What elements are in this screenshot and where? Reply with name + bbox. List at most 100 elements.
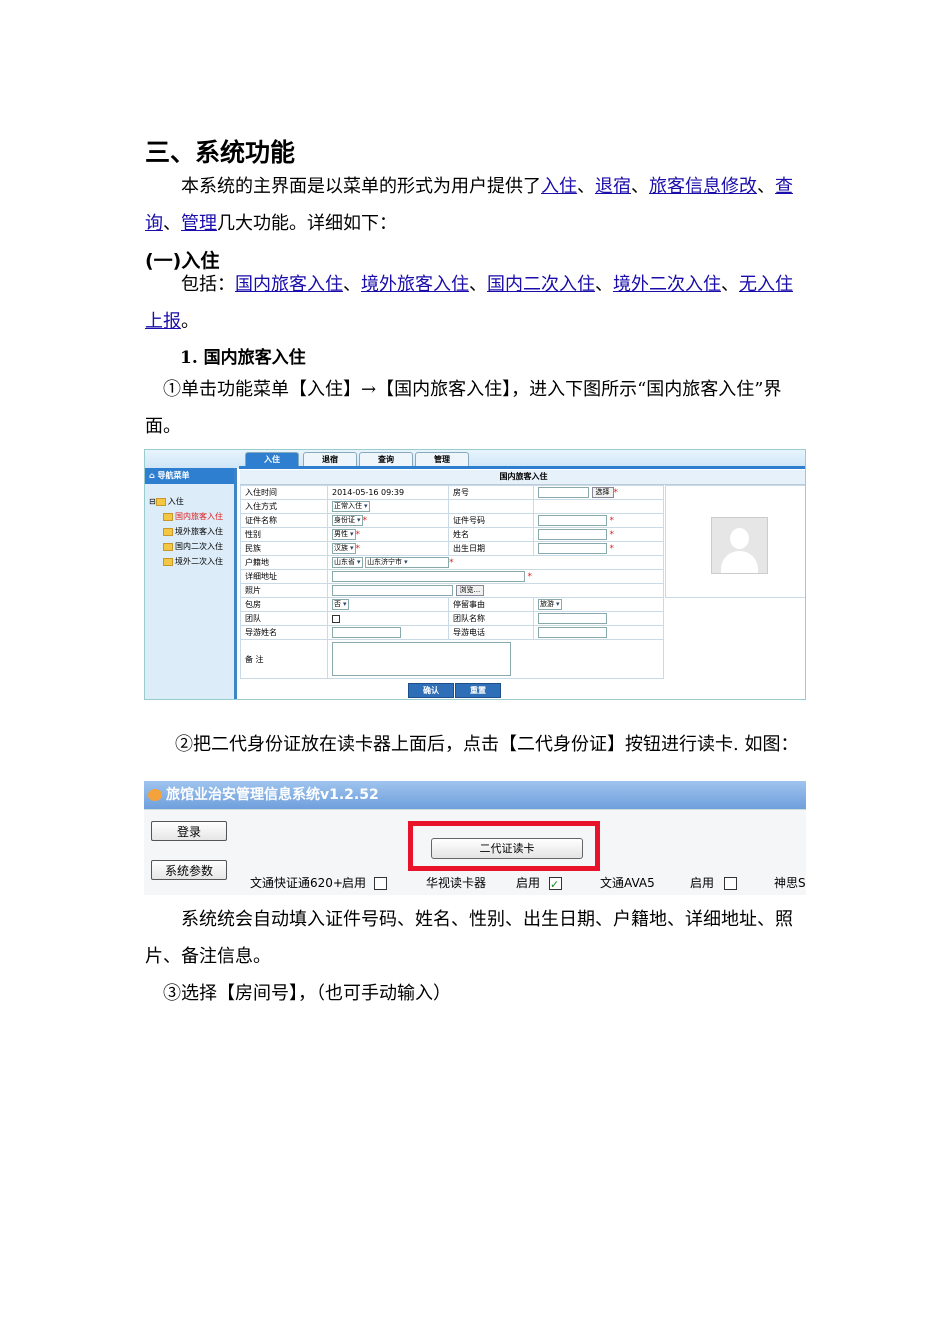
tab-underline [239, 466, 805, 469]
reader-label-wentong-ava5: 文通AVA5 [600, 876, 655, 890]
read-id-card-button[interactable]: 二代证读卡 [431, 838, 583, 859]
required-mark: * [355, 530, 361, 540]
name-input[interactable] [538, 529, 607, 540]
tab-manage[interactable]: 管理 [415, 452, 469, 467]
label-team-name: 团队名称 [448, 611, 534, 626]
tree-item-foreign[interactable]: 境外旅客入住 [149, 524, 223, 539]
required-mark: * [613, 488, 619, 498]
id-type-select[interactable]: 身份证 [332, 515, 363, 526]
auto-fill-text: 系统统会自动填入证件号码、姓名、性别、出生日期、户籍地、详细地址、照片、备注信息… [145, 909, 793, 967]
separator: 、 [631, 176, 649, 197]
choose-room-button[interactable]: 选择 [591, 487, 614, 498]
nav-header: ⌂ 导航菜单 [145, 468, 234, 484]
stay-reason-select[interactable]: 旅游 [538, 599, 562, 610]
includes-suffix: 。 [181, 311, 199, 332]
reader-label-huashi: 华视读卡器 [426, 876, 487, 890]
tab-query[interactable]: 查询 [359, 452, 413, 467]
tree-root[interactable]: ⊟ 入住 [149, 494, 223, 509]
guide-name-input[interactable] [332, 627, 401, 638]
checkin-mode-select[interactable]: 正常入住 [332, 501, 370, 512]
separator: 、 [757, 176, 775, 197]
separator: 、 [595, 274, 613, 295]
remarks-textarea[interactable] [332, 642, 511, 676]
required-mark: * [609, 516, 615, 526]
includes-paragraph: 包括：国内旅客入住、境外旅客入住、国内二次入住、境外二次入住、无入住上报。 [145, 266, 810, 340]
room-no-input[interactable] [538, 487, 589, 498]
link-foreign-checkin[interactable]: 境外旅客入住 [361, 274, 469, 295]
team-checkbox[interactable] [332, 614, 340, 623]
address-input[interactable] [332, 571, 525, 582]
label-checkin-time: 入住时间 [240, 485, 328, 500]
label-team: 团队 [240, 611, 328, 626]
link-guest-edit[interactable]: 旅客信息修改 [649, 176, 757, 197]
label-ethnic: 民族 [240, 541, 328, 556]
label-birth: 出生日期 [448, 541, 534, 556]
id-no-input[interactable] [538, 515, 607, 526]
enable-checkbox-wentong620[interactable] [374, 877, 387, 890]
tree-item-label: 国内二次入住 [175, 542, 223, 551]
login-button[interactable]: 登录 [151, 821, 227, 841]
tab-checkin[interactable]: 入住 [245, 452, 299, 467]
label-room-no: 房号 [448, 485, 534, 500]
guide-phone-input[interactable] [538, 627, 607, 638]
tree-item-label: 国内旅客入住 [175, 512, 223, 521]
label-name: 姓名 [448, 527, 534, 542]
nav-title: 导航菜单 [157, 471, 190, 480]
folder-icon [163, 512, 173, 521]
link-checkin[interactable]: 入住 [541, 176, 577, 197]
enable-checkbox-huashi[interactable] [549, 874, 562, 895]
checkin-time-value: 2014-05-16 09:39 [327, 485, 449, 500]
avatar-head [730, 528, 749, 549]
form-title: 国内旅客入住 [240, 470, 805, 485]
folder-icon [163, 542, 173, 551]
required-mark: * [362, 516, 368, 526]
tree-item-domestic-second[interactable]: 国内二次入住 [149, 539, 223, 554]
tree-item-foreign-second[interactable]: 境外二次入住 [149, 554, 223, 569]
link-domestic-second[interactable]: 国内二次入住 [487, 274, 595, 295]
avatar-body [721, 551, 758, 573]
photo-path-input[interactable] [332, 585, 453, 596]
window-body: 登录 系统参数 二代证读卡 文通快证通620+ 启用 华视读卡器 启用 文通AV… [144, 809, 806, 895]
team-name-input[interactable] [538, 613, 607, 624]
collapse-icon[interactable]: ⊟ [149, 497, 156, 506]
step1-text: ①单击功能菜单【入住】→【国内旅客入住】，进入下图所示“国内旅客入住”界面。 [145, 379, 782, 437]
confirm-button[interactable]: 确认 [408, 683, 454, 698]
photo-panel [665, 485, 805, 598]
charter-select[interactable]: 否 [332, 599, 349, 610]
required-mark: * [609, 544, 615, 554]
label-id-no: 证件号码 [448, 513, 534, 528]
ethnic-select[interactable]: 汉族 [332, 543, 356, 554]
enable-label: 启用 [690, 876, 715, 890]
separator: 、 [343, 274, 361, 295]
required-mark: * [527, 572, 533, 582]
reset-button[interactable]: 重置 [455, 683, 501, 698]
required-mark: * [449, 558, 454, 568]
enable-label: 启用 [342, 876, 367, 890]
label-guide-phone: 导游电话 [448, 625, 534, 640]
browse-button[interactable]: 浏览... [455, 585, 485, 596]
link-domestic-checkin[interactable]: 国内旅客入住 [235, 274, 343, 295]
home-icon: ⌂ [149, 471, 158, 480]
birth-date-input[interactable] [538, 543, 607, 554]
province-select[interactable]: 山东省 [332, 557, 363, 568]
link-checkout[interactable]: 退宿 [595, 176, 631, 197]
item-title: 1. 国内旅客入住 [180, 348, 306, 368]
folder-icon [155, 497, 166, 506]
label-address: 详细地址 [240, 569, 328, 584]
enable-checkbox-ava5[interactable] [724, 877, 737, 890]
gender-select[interactable]: 男性 [332, 529, 356, 540]
link-foreign-second[interactable]: 境外二次入住 [613, 274, 721, 295]
nav-tree: ⊟ 入住 国内旅客入住 境外旅客入住 国内二次入住 境外二次入住 [149, 494, 223, 569]
reader-label-wentong620: 文通快证通620+ [250, 876, 343, 890]
label-photo: 照片 [240, 583, 328, 598]
label-guide-name: 导游姓名 [240, 625, 328, 640]
tree-item-domestic[interactable]: 国内旅客入住 [149, 509, 223, 524]
link-manage[interactable]: 管理 [181, 213, 217, 234]
required-mark: * [355, 544, 361, 554]
tree-root-label: 入住 [167, 497, 184, 506]
city-select[interactable]: 山东济宁市 [365, 557, 450, 568]
folder-icon [163, 557, 173, 566]
step2-text: ②把二代身份证放在读卡器上面后，点击【二代身份证】按钮进行读卡. 如图： [175, 734, 799, 755]
tab-checkout[interactable]: 退宿 [303, 452, 357, 467]
form-grid: 入住时间 2014-05-16 09:39 房号 选择* 入住方式 正常入住 证… [240, 485, 664, 679]
